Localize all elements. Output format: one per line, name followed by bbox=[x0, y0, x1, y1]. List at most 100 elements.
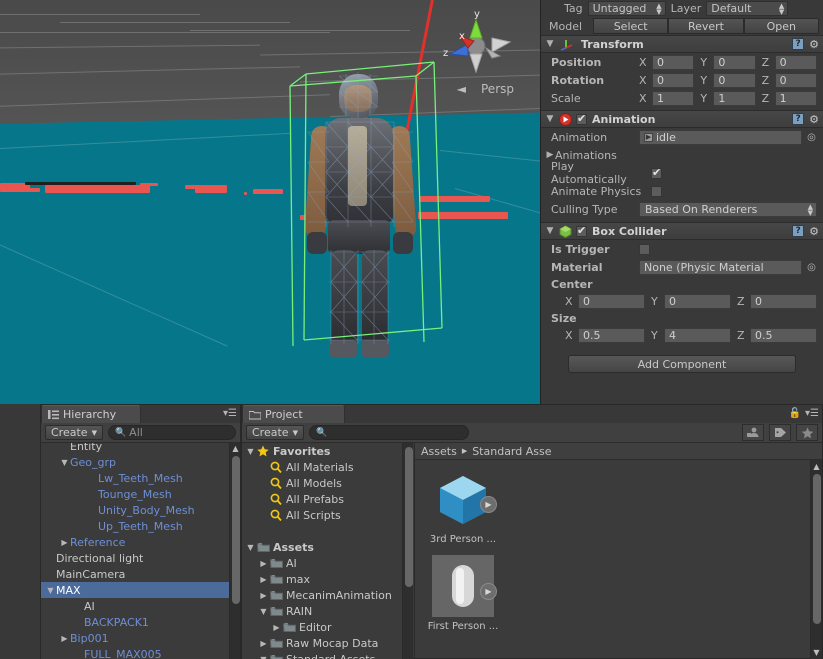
perspective-toggle-arrow[interactable]: ◄ bbox=[457, 82, 466, 96]
hierarchy-item-tounge-mesh[interactable]: Tounge_Mesh bbox=[41, 486, 230, 502]
project-item-assets[interactable]: ▼ Assets bbox=[242, 539, 402, 555]
animation-enabled-checkbox[interactable] bbox=[576, 112, 587, 125]
gear-icon[interactable]: ⚙ bbox=[809, 38, 819, 51]
hierarchy-item-maincamera[interactable]: MainCamera bbox=[41, 566, 230, 582]
asset-grid-scrollbar[interactable]: ▲ ▼ bbox=[810, 460, 822, 659]
size-y-field[interactable]: 4 bbox=[664, 327, 731, 343]
character-model[interactable] bbox=[296, 52, 426, 397]
project-item-editor[interactable]: ▶ Editor bbox=[242, 619, 402, 635]
rotation-y-field[interactable]: 0 bbox=[713, 72, 756, 88]
position-z-field[interactable]: 0 bbox=[774, 54, 817, 70]
breadcrumb-root[interactable]: Assets bbox=[421, 445, 457, 458]
project-item-all-models[interactable]: All Models bbox=[242, 475, 402, 491]
model-open-button[interactable]: Open bbox=[743, 18, 819, 34]
hierarchy-item-directional-light[interactable]: Directional light bbox=[41, 550, 230, 566]
size-z-field[interactable]: 0.5 bbox=[750, 327, 817, 343]
hierarchy-item-full-max005[interactable]: FULL_MAX005 bbox=[41, 646, 230, 659]
gear-icon[interactable]: ⚙ bbox=[809, 225, 819, 238]
hierarchy-item-ai[interactable]: AI bbox=[41, 598, 230, 614]
center-y-field[interactable]: 0 bbox=[664, 293, 731, 309]
prefab-play-badge-icon[interactable]: ▶ bbox=[480, 496, 497, 513]
model-revert-button[interactable]: Revert bbox=[668, 18, 744, 34]
add-component-button[interactable]: Add Component bbox=[568, 355, 796, 373]
project-item-all-materials[interactable]: All Materials bbox=[242, 459, 402, 475]
rotation-z-field[interactable]: 0 bbox=[774, 72, 817, 88]
tag-dropdown[interactable]: Untagged ▲ ▼ bbox=[587, 1, 666, 16]
asset-grid[interactable]: ▶ 3rd Person ... ▶ First Person ... bbox=[415, 460, 810, 658]
foldout-arrow-icon[interactable]: ▼ bbox=[258, 655, 269, 659]
project-item-all-prefabs[interactable]: All Prefabs bbox=[242, 491, 402, 507]
project-tree[interactable]: ▼ Favorites All Materials All Models All Pre… bbox=[242, 443, 402, 659]
project-item-mecanimanimation[interactable]: ▶ MecanimAnimation bbox=[242, 587, 402, 603]
component-header-transform[interactable]: ▼ Transform ? ⚙ bbox=[541, 35, 823, 53]
project-tree-scroll-thumb[interactable] bbox=[405, 447, 413, 587]
foldout-arrow-icon[interactable]: ▶ bbox=[258, 559, 269, 568]
hierarchy-item-backpack1[interactable]: BACKPACK1 bbox=[41, 614, 230, 630]
project-item-favorites[interactable]: ▼ Favorites bbox=[242, 443, 402, 459]
project-item-standard-assets[interactable]: ▼ Standard Assets bbox=[242, 651, 402, 659]
foldout-arrow-icon[interactable]: ▼ bbox=[245, 447, 256, 456]
hierarchy-item-max[interactable]: ▼ MAX bbox=[41, 582, 230, 598]
label-filter-icon[interactable] bbox=[769, 424, 791, 441]
rotation-x-field[interactable]: 0 bbox=[652, 72, 695, 88]
hierarchy-scroll-thumb[interactable] bbox=[232, 456, 240, 604]
help-icon[interactable]: ? bbox=[792, 225, 805, 237]
position-y-field[interactable]: 0 bbox=[713, 54, 756, 70]
foldout-arrow-icon[interactable]: ▼ bbox=[258, 607, 269, 616]
project-item-raw-mocap-data[interactable]: ▶ Raw Mocap Data bbox=[242, 635, 402, 651]
breadcrumb-current[interactable]: Standard Asse bbox=[472, 445, 551, 458]
panel-menu-icon[interactable]: ▾☰ bbox=[805, 408, 819, 419]
foldout-arrow-icon[interactable]: ▶ bbox=[545, 150, 555, 160]
foldout-arrow-icon[interactable]: ▶ bbox=[258, 591, 269, 600]
box-collider-enabled-checkbox[interactable] bbox=[576, 224, 587, 237]
person-filter-icon[interactable] bbox=[742, 424, 764, 441]
project-item-rain[interactable]: ▼ RAIN bbox=[242, 603, 402, 619]
position-x-field[interactable]: 0 bbox=[652, 54, 695, 70]
is-trigger-checkbox[interactable] bbox=[639, 243, 650, 255]
foldout-arrow-icon[interactable]: ▼ bbox=[59, 458, 70, 467]
hierarchy-search-input[interactable]: 🔍 All bbox=[107, 425, 236, 440]
hierarchy-item-entity[interactable]: Entity bbox=[41, 443, 230, 454]
center-x-field[interactable]: 0 bbox=[578, 293, 645, 309]
hierarchy-item-bip001[interactable]: ▶ Bip001 bbox=[41, 630, 230, 646]
hierarchy-panel-menu[interactable]: ▾☰ bbox=[223, 408, 237, 419]
component-header-box-collider[interactable]: ▼ Box Collider ? ⚙ bbox=[541, 222, 823, 240]
foldout-arrow-icon[interactable]: ▶ bbox=[258, 639, 269, 648]
object-picker-icon[interactable]: ◎ bbox=[806, 262, 817, 273]
foldout-arrow-icon[interactable]: ▼ bbox=[545, 114, 555, 124]
project-tree-scrollbar[interactable] bbox=[402, 443, 413, 659]
foldout-arrow-icon[interactable]: ▶ bbox=[258, 575, 269, 584]
asset-item[interactable]: ▶ 3rd Person ... bbox=[415, 468, 511, 545]
component-header-animation[interactable]: ▼ Animation ? ⚙ bbox=[541, 110, 823, 128]
hierarchy-item-up-teeth-mesh[interactable]: Up_Teeth_Mesh bbox=[41, 518, 230, 534]
breadcrumb[interactable]: Assets ▶ Standard Asse bbox=[415, 443, 822, 460]
hierarchy-tree[interactable]: Entity ▼ Geo_grp Lw_Teeth_Mesh Tounge_Mesh Un… bbox=[41, 443, 230, 659]
help-icon[interactable]: ? bbox=[792, 38, 805, 50]
project-item-all-scripts[interactable]: All Scripts bbox=[242, 507, 402, 523]
center-z-field[interactable]: 0 bbox=[750, 293, 817, 309]
gear-icon[interactable]: ⚙ bbox=[809, 113, 819, 126]
project-item-max[interactable]: ▶ max bbox=[242, 571, 402, 587]
play-automatically-checkbox[interactable] bbox=[651, 166, 662, 179]
scroll-down-arrow-icon[interactable]: ▼ bbox=[812, 648, 821, 658]
culling-type-dropdown[interactable]: Based On Renderers ▲ ▼ bbox=[639, 201, 817, 217]
scene-view[interactable]: x y z ◄ Persp bbox=[0, 0, 540, 404]
help-icon[interactable]: ? bbox=[792, 113, 805, 125]
hierarchy-create-button[interactable]: Create ▼ bbox=[45, 425, 103, 440]
foldout-arrow-icon[interactable]: ▼ bbox=[245, 543, 256, 552]
asset-grid-scroll-thumb[interactable] bbox=[813, 474, 821, 624]
foldout-arrow-icon[interactable]: ▼ bbox=[545, 226, 555, 236]
object-picker-icon[interactable]: ◎ bbox=[806, 132, 817, 143]
scale-y-field[interactable]: 1 bbox=[713, 90, 756, 106]
prefab-play-badge-icon[interactable]: ▶ bbox=[480, 583, 497, 600]
hierarchy-item-reference[interactable]: ▶ Reference bbox=[41, 534, 230, 550]
animation-clip-field[interactable]: ▶ idle bbox=[639, 129, 802, 145]
animate-physics-checkbox[interactable] bbox=[651, 185, 662, 197]
physic-material-field[interactable]: None (Physic Material bbox=[639, 259, 802, 275]
hierarchy-item-geo-grp[interactable]: ▼ Geo_grp bbox=[41, 454, 230, 470]
hierarchy-item-unity-body-mesh[interactable]: Unity_Body_Mesh bbox=[41, 502, 230, 518]
asset-item[interactable]: ▶ First Person ... bbox=[415, 555, 511, 632]
project-create-button[interactable]: Create ▼ bbox=[246, 425, 304, 440]
layer-dropdown[interactable]: Default ▲ ▼ bbox=[706, 1, 789, 16]
scale-z-field[interactable]: 1 bbox=[774, 90, 817, 106]
